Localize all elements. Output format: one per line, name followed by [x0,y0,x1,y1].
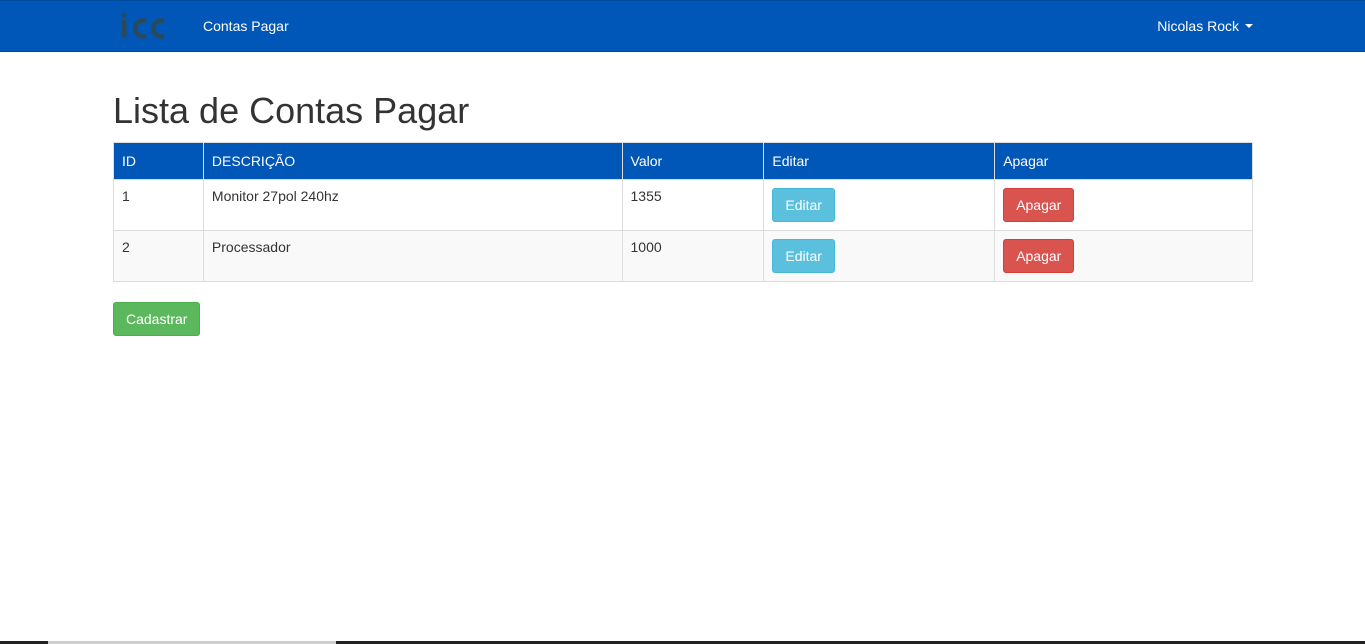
user-menu-dropdown[interactable]: Nicolas Rock [1157,18,1253,34]
nav-contas-pagar[interactable]: Contas Pagar [203,18,289,34]
cell-descricao: Monitor 27pol 240hz [202,179,623,231]
table-header-row: ID DESCRIÇÃO Valor Editar Apagar [113,142,1253,180]
delete-button[interactable]: Apagar [1003,188,1075,222]
contas-table: ID DESCRIÇÃO Valor Editar Apagar 1 Monit… [113,142,1253,282]
cell-apagar: Apagar [994,230,1253,282]
caret-down-icon [1245,24,1253,28]
cell-valor: 1000 [621,230,765,282]
header-descricao: DESCRIÇÃO [202,142,623,180]
delete-button[interactable]: Apagar [1003,239,1075,273]
edit-button[interactable]: Editar [772,239,835,273]
header-id: ID [113,142,204,180]
cell-editar: Editar [763,179,996,231]
top-navbar: Contas Pagar Nicolas Rock [0,0,1365,52]
header-editar: Editar [763,142,996,180]
user-name: Nicolas Rock [1157,18,1239,34]
cell-id: 1 [113,179,204,231]
header-apagar: Apagar [994,142,1253,180]
table-row: 2 Processador 1000 Editar Apagar [113,230,1253,282]
table-row: 1 Monitor 27pol 240hz 1355 Editar Apagar [113,179,1253,231]
cadastrar-button[interactable]: Cadastrar [113,302,201,336]
edit-button[interactable]: Editar [772,188,835,222]
page-title: Lista de Contas Pagar [113,90,470,131]
header-valor: Valor [621,142,765,180]
cell-apagar: Apagar [994,179,1253,231]
cell-editar: Editar [763,230,996,282]
cell-id: 2 [113,230,204,282]
cell-descricao: Processador [202,230,623,282]
cell-valor: 1355 [621,179,765,231]
icc-logo[interactable] [118,11,168,41]
